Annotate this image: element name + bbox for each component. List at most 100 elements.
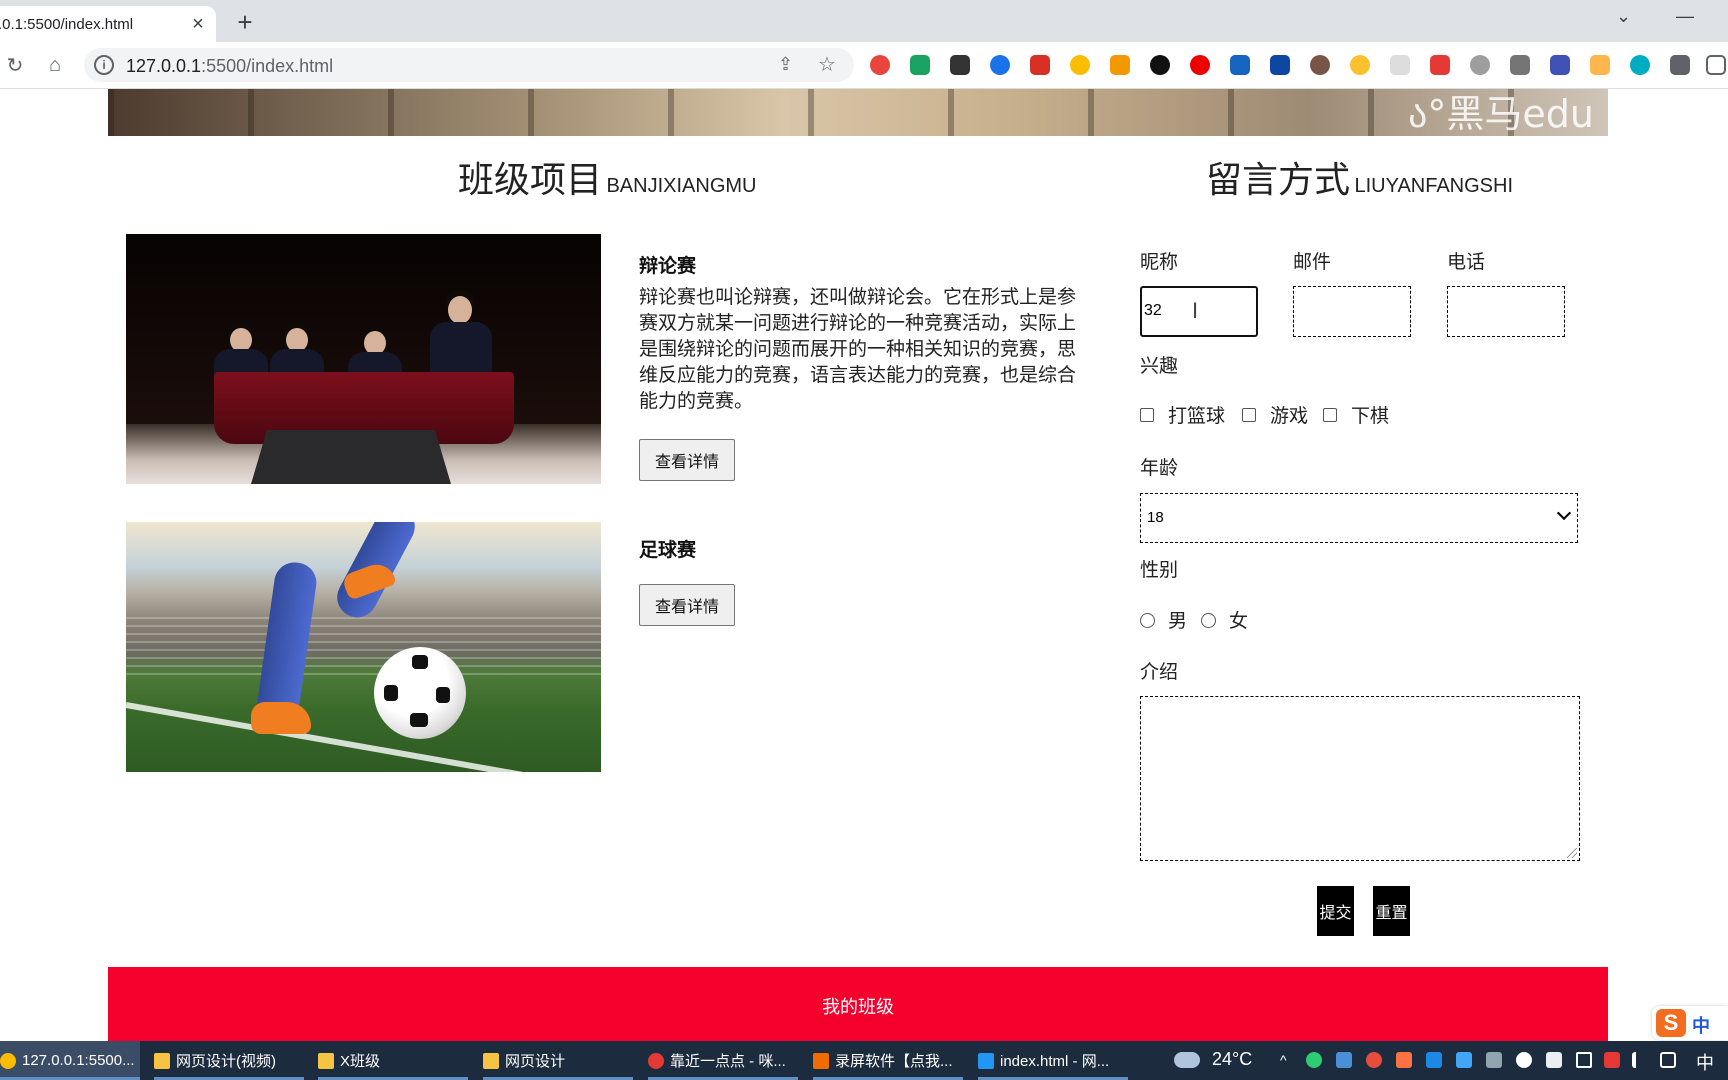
extension-icon[interactable] [1310,55,1330,75]
email-label: 邮件 [1293,252,1332,273]
nickname-value: 32 [1144,302,1162,319]
qq-icon[interactable] [1516,1052,1532,1068]
projects-heading-en: BANJIXIANGMU [606,175,757,197]
taskbar-item-music[interactable]: 靠近一点点 - 咪... [648,1041,798,1080]
extensions-puzzle-icon[interactable] [1670,55,1690,75]
email-input[interactable] [1293,286,1411,337]
weather-cloud-icon[interactable] [1174,1052,1200,1068]
ime-toolbar[interactable]: S 中 [1652,1006,1728,1040]
hobby-checkbox-games[interactable] [1242,408,1256,422]
hobby-option-label: 打篮球 [1168,406,1226,427]
extension-icon[interactable] [1390,55,1410,75]
extension-icon[interactable] [1270,55,1290,75]
taskbar-item-recorder[interactable]: 录屏软件【点我... [813,1041,963,1080]
battery-icon[interactable] [1576,1052,1592,1068]
reset-button[interactable]: 重置 [1373,886,1410,936]
extension-icon[interactable] [1190,55,1210,75]
hobby-checkbox-chess[interactable] [1323,408,1337,422]
extension-icon[interactable] [1430,55,1450,75]
resize-handle-icon[interactable] [1567,848,1577,858]
projects-heading-cn: 班级项目 [458,159,603,200]
network-icon[interactable] [1660,1052,1676,1068]
volume-icon[interactable] [1632,1052,1648,1068]
tray-app-icon[interactable] [1366,1052,1382,1068]
intro-textarea[interactable] [1140,696,1580,861]
extension-icon[interactable] [1470,55,1490,75]
nickname-label: 昵称 [1140,252,1179,273]
chevron-up-icon[interactable]: ^ [1280,1052,1296,1068]
extension-icon[interactable] [1110,55,1130,75]
extension-icon[interactable] [1230,55,1250,75]
minimize-icon[interactable]: — [1676,6,1694,27]
folder-icon [483,1052,499,1069]
browser-toolbar: ↻ ⌂ i 127.0.0.1:5500/index.html ⇪ ☆ [0,42,1728,89]
tab-search-chevron-icon[interactable]: ⌄ [1616,6,1631,27]
phone-input[interactable] [1447,286,1565,337]
projects-heading: 班级项目 BANJIXIANGMU [458,151,757,203]
extension-icon[interactable] [1590,55,1610,75]
view-details-button[interactable]: 查看详情 [639,584,735,626]
extension-icon[interactable] [910,55,930,75]
sogou-logo-icon: S [1656,1009,1686,1037]
chevron-down-icon [1556,505,1572,521]
music-icon [648,1052,664,1069]
sidebar-icon[interactable] [1706,55,1726,75]
extension-icon[interactable] [870,55,890,75]
input-mode-indicator[interactable]: 中 [1696,1049,1714,1075]
age-select[interactable]: 18 [1140,493,1578,543]
gender-option-label: 女 [1229,611,1249,632]
tray-app-icon[interactable] [1396,1052,1412,1068]
view-details-button[interactable]: 查看详情 [639,439,735,481]
extension-icon[interactable] [1630,55,1650,75]
gender-radio-female[interactable] [1201,613,1216,628]
extension-icon[interactable] [950,55,970,75]
message-heading: 留言方式 LIUYANFANGSHI [1206,151,1513,203]
tray-app-icon[interactable] [1546,1052,1562,1068]
recorder-icon [813,1052,829,1069]
phone-label: 电话 [1447,252,1486,273]
extension-icon[interactable] [990,55,1010,75]
close-icon[interactable]: × [186,12,210,36]
hobby-checkbox-basketball[interactable] [1140,408,1154,422]
bookmark-star-icon[interactable]: ☆ [818,52,836,77]
home-icon[interactable]: ⌂ [42,52,68,78]
tray-app-icon[interactable] [1426,1052,1442,1068]
tray-app-icon[interactable] [1604,1052,1620,1068]
tray-app-icon[interactable] [1486,1052,1502,1068]
text-cursor-icon: I [1192,298,1199,323]
taskbar-item-folder[interactable]: 网页设计(视频) [154,1041,304,1080]
extension-icon[interactable] [1350,55,1370,75]
taskbar-item-chrome[interactable]: 127.0.0.1:5500... [0,1041,140,1080]
extension-icon[interactable] [1550,55,1570,75]
age-select-value: 18 [1147,509,1164,526]
tray-app-icon[interactable] [1336,1052,1352,1068]
submit-button[interactable]: 提交 [1317,886,1354,936]
weather-temperature[interactable]: 24°C [1212,1049,1252,1070]
ime-mode[interactable]: 中 [1692,1012,1710,1038]
folder-icon [154,1052,170,1069]
extension-icon[interactable] [1150,55,1170,75]
tray-app-icon[interactable] [1456,1052,1472,1068]
watermark-logo: ა°黑马edu [1408,92,1594,136]
taskbar-item-folder[interactable]: X班级 [318,1041,468,1080]
nickname-input[interactable]: 32 I [1140,286,1258,337]
age-label: 年龄 [1140,458,1179,479]
camera-icon[interactable] [1510,55,1530,75]
extension-icon[interactable] [1030,55,1050,75]
chrome-icon [0,1052,16,1069]
browser-tab[interactable]: .0.1:5500/index.html × [0,6,216,42]
taskbar-item-vscode[interactable]: index.html - 网... [978,1041,1128,1080]
address-bar[interactable]: i 127.0.0.1:5500/index.html ⇪ ☆ [84,48,854,82]
football-image [126,522,601,772]
gender-radio-male[interactable] [1140,613,1155,628]
taskbar-item-folder[interactable]: 网页设计 [483,1041,633,1080]
reload-icon[interactable]: ↻ [2,52,28,78]
share-icon[interactable]: ⇪ [778,54,793,75]
hobby-label: 兴趣 [1140,356,1179,377]
extension-icon[interactable] [1070,55,1090,75]
project-description: 辩论赛也叫论辩赛，还叫做辩论会。它在形式上是参赛双方就某一问题进行辩论的一种竞赛… [639,287,1077,412]
wechat-icon[interactable] [1306,1052,1322,1068]
page-viewport: ა°黑马edu 班级项目 BANJIXIANGMU 留言方式 LIUYANFAN… [0,89,1728,1041]
site-info-icon[interactable]: i [94,55,114,75]
new-tab-button[interactable]: + [230,7,260,37]
